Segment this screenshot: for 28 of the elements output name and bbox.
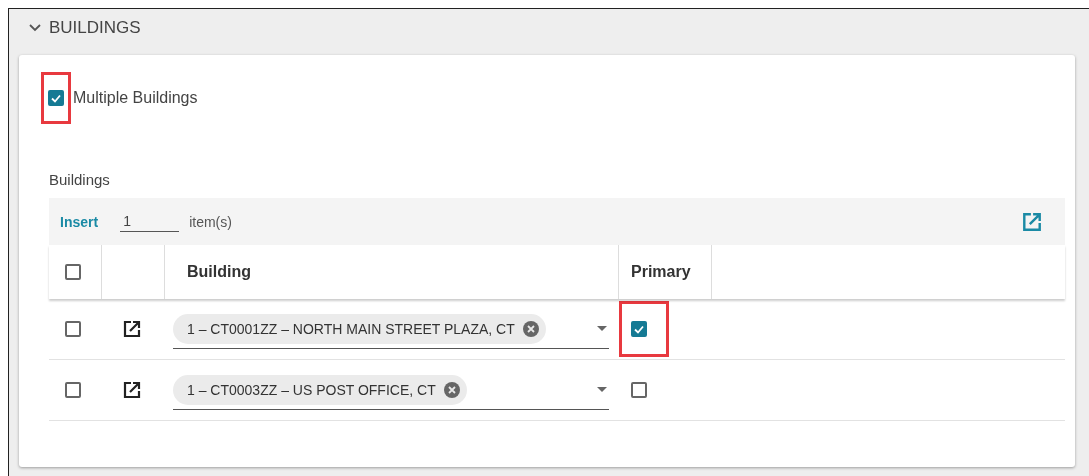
insert-button[interactable]: Insert: [60, 213, 99, 230]
row-checkbox[interactable]: [65, 321, 81, 337]
remove-icon[interactable]: [443, 381, 460, 398]
column-header[interactable]: Primary: [619, 263, 691, 281]
remove-icon[interactable]: [522, 320, 539, 337]
section-header[interactable]: BUILDINGS: [9, 9, 1089, 47]
chevron-icon: [29, 24, 41, 32]
popout-icon[interactable]: [122, 319, 142, 339]
count-field[interactable]: 1: [120, 211, 180, 232]
building-chip: 1 – CT0003ZZ – US POST OFFICE, CT: [173, 374, 467, 405]
building-chip: 1 – CT0001ZZ – NORTH MAIN STREET PLAZA, CT: [173, 313, 546, 344]
checkbox[interactable]: [48, 90, 64, 106]
popout-icon[interactable]: [122, 380, 142, 400]
caret-icon: [597, 326, 607, 331]
select-all-checkbox[interactable]: [65, 264, 81, 280]
building-select[interactable]: 1 – CT0003ZZ – US POST OFFICE, CT: [173, 370, 609, 410]
checkmark-icon: [50, 92, 62, 104]
checkbox-label: Multiple Buildings: [73, 89, 198, 107]
primary-checkbox[interactable]: [631, 382, 647, 398]
grid-label: Buildings: [49, 171, 111, 190]
checkmark-icon: [633, 323, 645, 335]
building-select[interactable]: 1 – CT0001ZZ – NORTH MAIN STREET PLAZA, CT: [173, 309, 609, 349]
caret-icon: [597, 387, 607, 392]
column-header[interactable]: Building: [175, 263, 251, 281]
unit-label: item(s): [189, 213, 232, 230]
row-checkbox[interactable]: [65, 382, 81, 398]
section-title: BUILDINGS: [49, 18, 141, 38]
primary-checkbox[interactable]: [631, 321, 647, 337]
